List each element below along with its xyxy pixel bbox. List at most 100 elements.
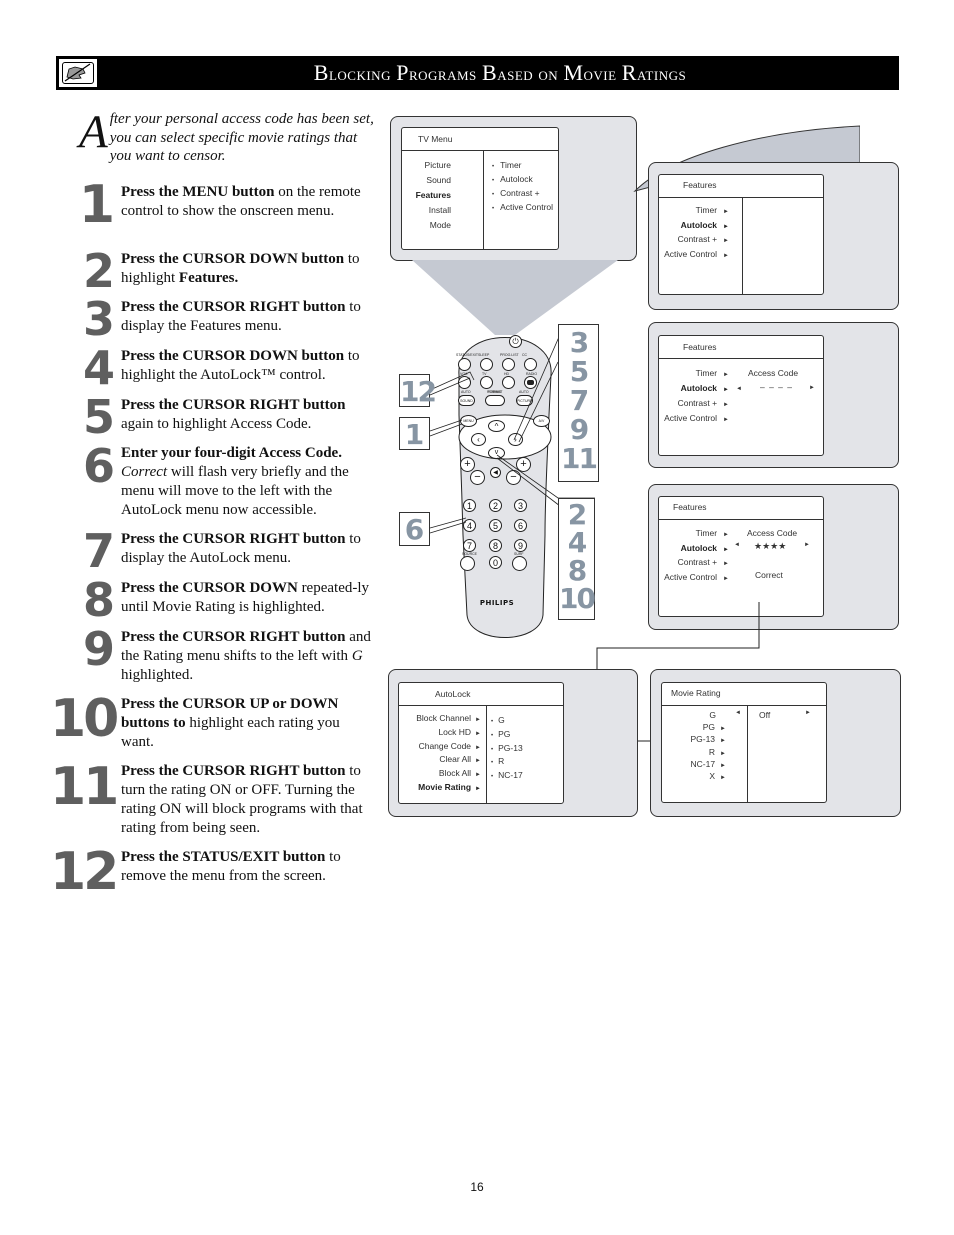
cursor-down-button[interactable]: v [488, 447, 505, 459]
movie-rating-item[interactable]: PG-13 ► [690, 734, 726, 744]
cursor-left-button[interactable]: ‹ [471, 433, 486, 446]
digit-2-button[interactable]: 2 [489, 499, 502, 512]
remote-button-hd[interactable] [502, 376, 515, 389]
right-arrow-icon: ► [475, 758, 481, 765]
channel-down-button[interactable]: − [506, 470, 521, 485]
step-number: 2 [82, 244, 115, 298]
av-button[interactable]: A/V [533, 415, 550, 427]
digit-0-button[interactable]: 0 [489, 556, 502, 569]
cursor-up-button[interactable]: ^ [488, 420, 505, 432]
movie-rating-item[interactable]: PG ► [703, 722, 726, 732]
digit-5-button[interactable]: 5 [489, 519, 502, 532]
right-arrow-icon: ► [720, 775, 726, 781]
features-menu-item[interactable]: Contrast + ► [678, 557, 729, 567]
features-menu-item[interactable]: Timer ► [696, 205, 729, 215]
digit-6-button[interactable]: 6 [514, 519, 527, 532]
right-arrow-icon: ► [720, 726, 726, 733]
tv-menu-item[interactable]: Sound [426, 175, 451, 185]
volume-down-button[interactable]: − [470, 470, 485, 485]
title-capital: P [396, 60, 409, 85]
title-word: ased [497, 64, 534, 85]
tv-menu-item[interactable]: Picture [425, 160, 451, 170]
format-label: FORMAT [487, 390, 502, 394]
features-menu-item[interactable]: Autolock ► [681, 220, 729, 230]
movie-rating-menu-title: Movie Rating [671, 688, 721, 698]
features-menu-item[interactable]: Active Control ► [664, 572, 729, 582]
remote-label: AUTO [519, 390, 529, 394]
digit-3-button[interactable]: 3 [514, 499, 527, 512]
digit-1-button[interactable]: 1 [463, 499, 476, 512]
callout-step-1: 1 [399, 417, 430, 451]
tv-submenu-item[interactable]: • Timer [492, 160, 522, 170]
tv-menu-item[interactable]: Mode [430, 220, 451, 230]
step-bold-text: Press the CURSOR DOWN button [121, 348, 345, 364]
step-bold-text: Press the MENU button [121, 184, 275, 200]
remote-button-format[interactable] [485, 395, 505, 406]
tv-submenu-item[interactable]: • Contrast + [492, 188, 540, 198]
autolock-menu-item[interactable]: Block Channel ► [416, 713, 481, 723]
features-menu-item[interactable]: Timer ► [696, 368, 729, 378]
features-menu-item[interactable]: Contrast + ► [678, 234, 729, 244]
bullet-icon: • [492, 178, 495, 184]
features-item-label: Timer [695, 528, 718, 538]
tv-menu-item[interactable]: Features [416, 190, 451, 200]
remote-button-sleep[interactable] [480, 358, 493, 371]
remote-button-proglist[interactable] [502, 358, 515, 371]
movie-rating-item[interactable]: G [709, 710, 716, 720]
movie-rating-item[interactable]: X ► [709, 771, 726, 781]
remote-button-tv[interactable] [480, 376, 493, 389]
remote-control: ⏻ STATUS/EXIT VGA SLEEP TV PROG.LIST HD CC RADI… [445, 315, 565, 645]
features-menu-item[interactable]: Timer ► [696, 528, 729, 538]
remote-button-statusexit[interactable] [458, 358, 471, 371]
autolock-menu-item[interactable]: Block All ► [439, 768, 481, 778]
volume-up-button[interactable]: + [460, 457, 475, 472]
features-menu-item[interactable]: Autolock ► [681, 383, 729, 393]
autolock-item-label: Lock HD [438, 726, 472, 737]
autolock-menu-item[interactable]: Change Code ► [419, 741, 481, 751]
features-item-label: Active Control [664, 571, 718, 582]
movie-rating-label: R [708, 746, 716, 757]
step-bold-text: Press the STATUS/EXIT button [121, 849, 326, 865]
autolock-menu-item[interactable]: Clear All ► [439, 754, 481, 764]
title-capital: M [563, 60, 584, 85]
remote-button-sound[interactable]: SOUND [458, 395, 475, 406]
source-button[interactable] [460, 556, 475, 571]
panel-features-3: Features Timer ► Autolock ► Contrast + ► Activ… [648, 484, 899, 630]
drop-cap: A [79, 106, 108, 158]
menu-button[interactable]: MENU [460, 415, 477, 427]
mute-button[interactable]: ◀ [490, 467, 501, 478]
rating-label: R [498, 756, 505, 767]
digit-7-button[interactable]: 7 [463, 539, 476, 552]
callout-number: 2 [567, 498, 587, 531]
remote-button-cc[interactable] [524, 358, 537, 371]
tv-submenu-item[interactable]: • Active Control [492, 202, 553, 212]
callout-step-6: 6 [399, 512, 430, 546]
rating-list-item: • NC-17 [491, 770, 523, 780]
cursor-right-button[interactable]: › [508, 433, 523, 446]
movie-rating-item[interactable]: R ► [709, 747, 726, 757]
power-button[interactable]: ⏻ [509, 335, 522, 348]
digit-9-button[interactable]: 9 [514, 539, 527, 552]
surf-button[interactable] [512, 556, 527, 571]
remote-button-vga[interactable] [458, 376, 471, 389]
step-bold-text: Press the CURSOR RIGHT button [121, 629, 346, 645]
title-capital: B [313, 60, 329, 85]
digit-4-button[interactable]: 4 [463, 519, 476, 532]
features-menu-item[interactable]: Active Control ► [664, 249, 729, 259]
autolock-menu-item[interactable]: Lock HD ► [438, 727, 481, 737]
remote-label: STATUS/EXIT [456, 353, 479, 357]
bullet-icon: • [491, 746, 494, 753]
movie-rating-item[interactable]: NC-17 ► [690, 759, 726, 769]
features-menu-item[interactable]: Active Control ► [664, 413, 729, 423]
tv-submenu-item[interactable]: • Autolock [492, 174, 533, 184]
autolock-menu-item[interactable]: Movie Rating ► [418, 782, 481, 792]
tv-menu-item[interactable]: Install [429, 205, 451, 215]
remote-button-picture[interactable]: PICTURE [516, 395, 533, 406]
remote-button-radio[interactable] [524, 376, 537, 389]
remote-label: AUTO [461, 390, 471, 394]
digit-8-button[interactable]: 8 [489, 539, 502, 552]
features-item-label: Contrast + [677, 557, 718, 567]
features-menu-item[interactable]: Autolock ► [681, 543, 729, 553]
features-menu-item[interactable]: Contrast + ► [678, 398, 729, 408]
channel-up-button[interactable]: + [516, 457, 531, 472]
